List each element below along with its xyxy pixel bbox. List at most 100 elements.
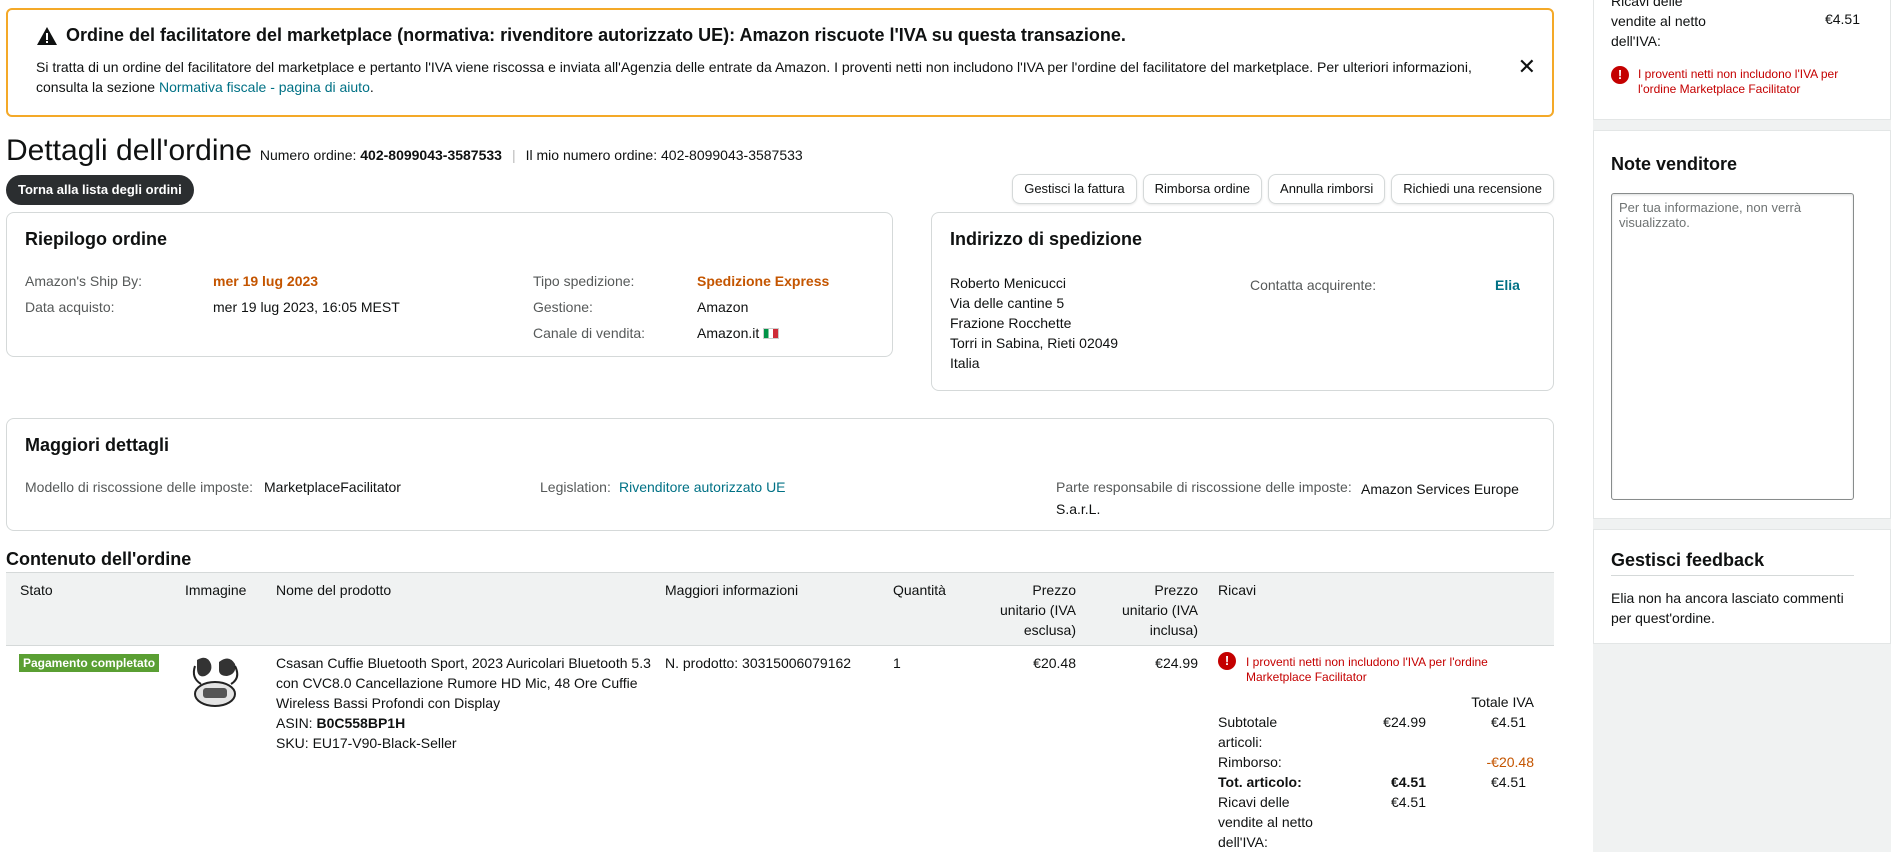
net-revenue-value: €4.51	[1390, 794, 1426, 810]
subtotal-value: €24.99	[1383, 714, 1426, 730]
sku-label: SKU:	[276, 735, 309, 751]
order-summary-card: Riepilogo ordine Amazon's Ship By: mer 1…	[6, 212, 893, 357]
col-image: Immagine	[185, 582, 247, 598]
item-total-vat: €4.51	[1490, 774, 1526, 790]
seller-notes-card: Note venditore	[1593, 130, 1891, 519]
revenue-summary-card: Ricavi delle vendite al netto dell'IVA: …	[1593, 0, 1891, 120]
item-total-value: €4.51	[1390, 774, 1426, 790]
banner-text: Si tratta di un ordine del facilitatore …	[36, 57, 1522, 97]
product-image[interactable]	[189, 652, 241, 710]
feedback-title: Gestisci feedback	[1611, 550, 1854, 576]
right-sidebar: Ricavi delle vendite al netto dell'IVA: …	[1593, 0, 1891, 852]
order-summary-title: Riepilogo ordine	[25, 229, 167, 249]
italy-flag-icon	[763, 328, 780, 339]
net-sales-label: Ricavi delle vendite al netto dell'IVA:	[1611, 0, 1706, 49]
price-inc-vat: €24.99	[1155, 655, 1198, 671]
channel-name: Amazon.it	[697, 325, 760, 341]
fulfillment-value: Amazon	[697, 299, 749, 315]
tax-model-value: MarketplaceFacilitator	[264, 479, 401, 495]
quantity: 1	[893, 655, 901, 671]
sidebar-warning: I proventi netti non includono l'IVA per…	[1638, 67, 1839, 96]
error-icon: !	[1611, 66, 1629, 84]
more-details-title: Maggiori dettagli	[25, 435, 169, 455]
my-order-number-label: Il mio numero ordine:	[525, 147, 658, 163]
close-icon[interactable]: ✕	[1518, 56, 1536, 78]
mf-alert-banner: Ordine del facilitatore del marketplace …	[6, 8, 1554, 117]
table-header: Stato Immagine Nome del prodotto Maggior…	[6, 572, 1554, 646]
col-revenue: Ricavi	[1218, 582, 1257, 598]
col-more-info: Maggiori informazioni	[665, 582, 799, 598]
request-review-button[interactable]: Richiedi una recensione	[1391, 174, 1554, 204]
contact-buyer-label: Contatta acquirente:	[1250, 277, 1377, 293]
cancel-refunds-button[interactable]: Annulla rimborsi	[1268, 174, 1386, 204]
address-line: Via delle cantine 5	[950, 295, 1065, 311]
purchase-date-value: mer 19 lug 2023, 16:05 MEST	[213, 299, 400, 315]
sku-value: EU17-V90-Black-Seller	[312, 735, 457, 751]
order-contents-title: Contenuto dell'ordine	[6, 549, 192, 569]
tax-model-label: Modello di riscossione delle imposte:	[25, 479, 253, 495]
tax-help-link[interactable]: Normativa fiscale - pagina di aiuto	[159, 79, 370, 95]
legislation-label: Legislation:	[540, 479, 611, 495]
address-block: Roberto Menicucci Via delle cantine 5 Fr…	[950, 273, 1118, 373]
vat-total-header: Totale IVA	[1471, 694, 1534, 710]
subtotal-vat: €4.51	[1490, 714, 1526, 730]
refund-vat: -€20.48	[1486, 754, 1534, 770]
col-price-inc-vat: Prezzo unitario (IVA inclusa)	[1122, 582, 1198, 638]
warning-icon	[37, 26, 57, 45]
address-line: Roberto Menicucci	[950, 275, 1066, 291]
shipping-type-label: Tipo spedizione:	[533, 273, 635, 289]
contact-buyer-link[interactable]: Elia	[1495, 277, 1520, 293]
col-product-name: Nome del prodotto	[276, 582, 392, 598]
sku: SKU: EU17-V90-Black-Seller	[276, 733, 457, 753]
my-order-number: Il mio numero ordine: 402-8099043-358753…	[526, 147, 803, 163]
address-line: Italia	[950, 355, 980, 371]
col-status: Stato	[20, 582, 53, 598]
revenue-warning: I proventi netti non includono l'IVA per…	[1246, 655, 1488, 684]
more-details-card: Maggiori dettagli Modello di riscossione…	[6, 418, 1554, 531]
asin-value: B0C558BP1H	[316, 715, 406, 731]
feedback-text: Elia non ha ancora lasciato commenti per…	[1611, 590, 1844, 626]
shipping-address-title: Indirizzo di spedizione	[950, 229, 1143, 249]
ship-by-value: mer 19 lug 2023	[213, 273, 319, 289]
price-ex-vat: €20.48	[1033, 655, 1076, 671]
shipping-address-card: Indirizzo di spedizione Roberto Menicucc…	[931, 212, 1554, 391]
feedback-card: Gestisci feedback Elia non ha ancora las…	[1593, 529, 1891, 644]
seller-notes-textarea[interactable]	[1611, 193, 1854, 500]
channel-value: Amazon.it	[697, 325, 780, 341]
order-number-label: Numero ordine:	[259, 147, 357, 163]
asin: ASIN: B0C558BP1H	[276, 713, 405, 733]
banner-body-end: .	[369, 79, 374, 95]
subtotal-label: Subtotale articoli:	[1218, 714, 1278, 750]
status-badge: Pagamento completato	[19, 654, 160, 672]
manage-invoice-button[interactable]: Gestisci la fattura	[1012, 174, 1137, 204]
col-quantity: Quantità	[893, 582, 946, 598]
page-title: Dettagli dell'ordine	[6, 134, 252, 167]
back-to-orders-button[interactable]: Torna alla lista degli ordini	[6, 175, 194, 205]
asin-label: ASIN:	[276, 715, 313, 731]
error-icon: !	[1218, 652, 1236, 670]
shipping-type-value: Spedizione Express	[697, 273, 830, 289]
banner-title: Ordine del facilitatore del marketplace …	[36, 25, 1522, 46]
order-number-value: 402-8099043-3587533	[360, 147, 502, 163]
refund-label: Rimborso:	[1218, 754, 1282, 770]
order-number: Numero ordine: 402-8099043-3587533	[260, 147, 502, 163]
banner-title-text: Ordine del facilitatore del marketplace …	[66, 25, 1126, 45]
address-line: Torri in Sabina, Rieti 02049	[950, 335, 1119, 351]
legislation-link[interactable]: Rivenditore autorizzato UE	[619, 479, 786, 495]
title-row: Dettagli dell'ordine Numero ordine: 402-…	[6, 134, 803, 168]
divider: |	[511, 147, 516, 163]
my-order-number-value: 402-8099043-3587533	[661, 147, 803, 163]
net-sales-value: €4.51	[1824, 11, 1860, 27]
product-number: N. prodotto: 30315006079162	[665, 655, 852, 671]
address-line: Frazione Rocchette	[950, 315, 1072, 331]
purchase-date-label: Data acquisto:	[25, 299, 115, 315]
col-price-ex-vat: Prezzo unitario (IVA esclusa)	[1000, 582, 1076, 638]
product-name-link[interactable]: Csasan Cuffie Bluetooth Sport, 2023 Auri…	[276, 653, 651, 713]
ship-by-label: Amazon's Ship By:	[25, 273, 143, 289]
refund-order-button[interactable]: Rimborsa ordine	[1142, 174, 1263, 204]
order-actions: Gestisci la fattura Rimborsa ordine Annu…	[1012, 174, 1554, 204]
responsible-value: Amazon Services Europe S.a.r.L.	[1056, 481, 1519, 517]
channel-label: Canale di vendita:	[533, 325, 646, 341]
net-revenue-label: Ricavi delle vendite al netto dell'IVA:	[1218, 794, 1313, 850]
item-total-label: Tot. articolo:	[1218, 774, 1302, 790]
